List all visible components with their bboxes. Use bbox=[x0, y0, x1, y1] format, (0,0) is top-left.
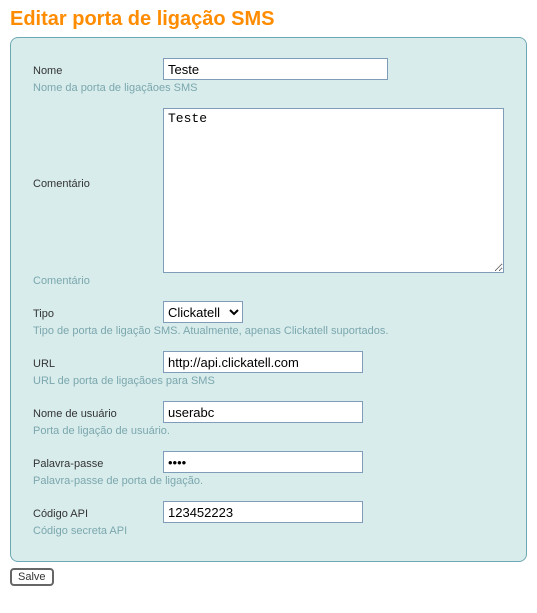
name-input[interactable] bbox=[163, 58, 388, 80]
comment-label: Comentário bbox=[33, 108, 163, 190]
type-hint: Tipo de porta de ligação SMS. Atualmente… bbox=[33, 325, 504, 337]
type-select[interactable]: Clickatell bbox=[163, 301, 243, 323]
api-label: Código API bbox=[33, 505, 163, 520]
username-input[interactable] bbox=[163, 401, 363, 423]
password-hint: Palavra-passe de porta de ligação. bbox=[33, 475, 504, 487]
username-label: Nome de usuário bbox=[33, 405, 163, 420]
name-hint: Nome da porta de ligaçãoes SMS bbox=[33, 82, 504, 94]
api-input[interactable] bbox=[163, 501, 363, 523]
page-title: Editar porta de ligação SMS bbox=[10, 8, 527, 31]
save-button[interactable]: Salve bbox=[10, 568, 54, 586]
password-input[interactable] bbox=[163, 451, 363, 473]
url-hint: URL de porta de ligaçãoes para SMS bbox=[33, 375, 504, 387]
api-hint: Código secreta API bbox=[33, 525, 504, 537]
type-label: Tipo bbox=[33, 305, 163, 320]
form-panel: Nome Nome da porta de ligaçãoes SMS Come… bbox=[10, 37, 527, 562]
url-input[interactable] bbox=[163, 351, 363, 373]
url-label: URL bbox=[33, 355, 163, 370]
username-hint: Porta de ligação de usuário. bbox=[33, 425, 504, 437]
password-label: Palavra-passe bbox=[33, 455, 163, 470]
name-label: Nome bbox=[33, 62, 163, 77]
comment-textarea[interactable] bbox=[163, 108, 504, 273]
comment-hint: Comentário bbox=[33, 275, 504, 287]
